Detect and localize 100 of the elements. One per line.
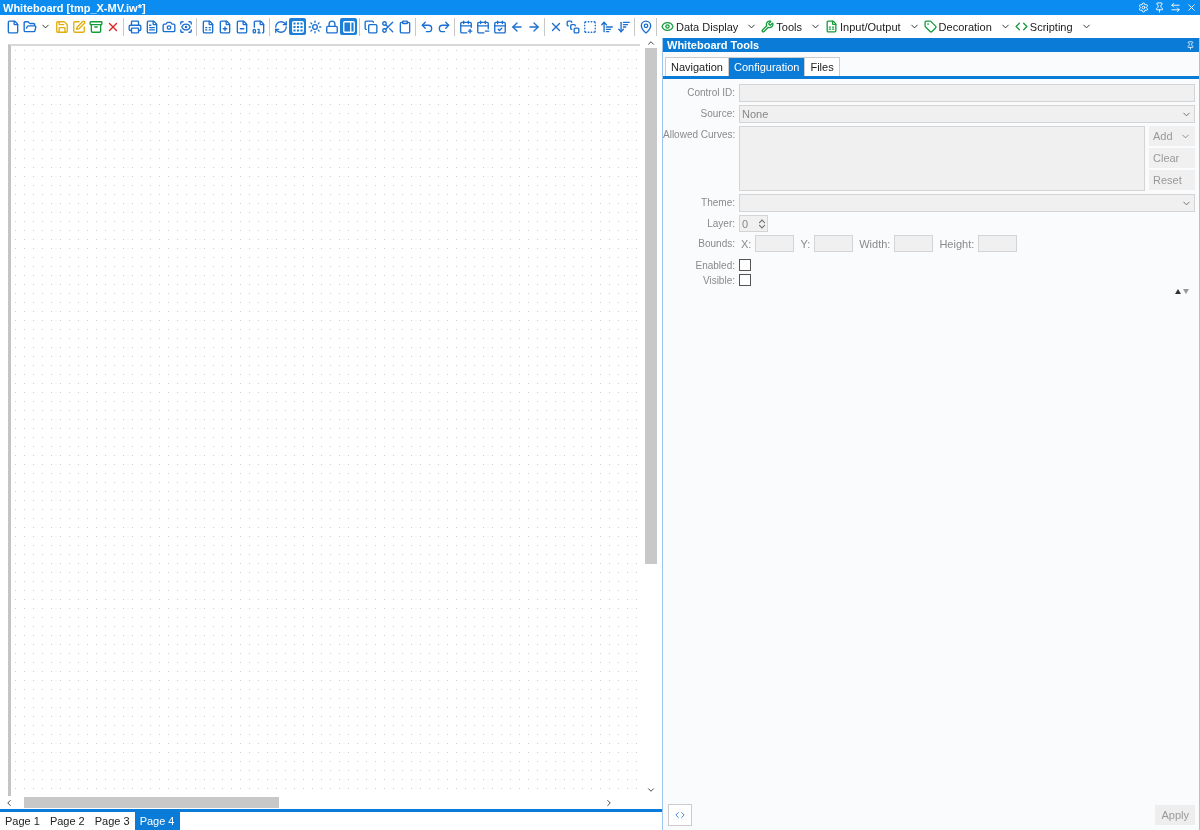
- grid-button[interactable]: [289, 18, 306, 35]
- screenshot-button[interactable]: [177, 18, 194, 35]
- scrollbar-thumb[interactable]: [645, 48, 657, 564]
- field-label: Bounds:: [697, 237, 735, 249]
- page-number-icon: [251, 19, 266, 34]
- number-field[interactable]: [978, 235, 1018, 252]
- number-field[interactable]: [894, 235, 934, 252]
- checkbox[interactable]: [739, 274, 751, 286]
- field-label: X:: [741, 237, 752, 250]
- menu-button[interactable]: Input/Output: [823, 20, 922, 33]
- document-icon: [825, 20, 839, 33]
- copy-button[interactable]: [362, 18, 379, 35]
- camera-icon: [161, 19, 176, 34]
- copy-icon: [363, 19, 378, 34]
- close-icon[interactable]: [1186, 2, 1197, 13]
- page-tab[interactable]: Page 2: [44, 812, 90, 830]
- tag-icon: [923, 20, 937, 33]
- code-icon: [1014, 20, 1028, 33]
- right-arrow-icon: [526, 19, 541, 34]
- window-title: Whiteboard [tmp_X-MV.iw*]: [3, 1, 146, 14]
- refresh-icon: [273, 19, 288, 34]
- swap-icon[interactable]: [1170, 2, 1181, 13]
- menu-button[interactable]: Data Display: [659, 20, 760, 33]
- archive-button[interactable]: [87, 18, 104, 35]
- document-icon: [200, 19, 215, 34]
- redo-icon: [436, 19, 451, 34]
- cut-button[interactable]: [379, 18, 396, 35]
- lock-icon: [324, 19, 339, 34]
- remove-page-icon: [234, 19, 249, 34]
- calendar-button[interactable]: [457, 18, 474, 35]
- calendar-icon: [492, 19, 507, 34]
- eye-icon: [661, 20, 674, 33]
- page-number-button[interactable]: [250, 18, 267, 35]
- number-field[interactable]: [755, 235, 795, 252]
- checkbox[interactable]: [739, 259, 751, 271]
- field-label: Allowed Curves:: [663, 128, 735, 140]
- scroll-right-icon[interactable]: [604, 797, 614, 808]
- refresh-button[interactable]: [272, 18, 289, 35]
- page-tab[interactable]: Page 1: [0, 812, 45, 830]
- code-icon: [675, 809, 685, 821]
- left-arrow-icon: [509, 19, 524, 34]
- archive-icon: [88, 19, 103, 34]
- screenshot-icon: [178, 19, 193, 34]
- field-label: Source:: [699, 107, 735, 119]
- print-button[interactable]: [126, 18, 143, 35]
- number-field[interactable]: [814, 235, 854, 252]
- calendar-icon: [458, 19, 473, 34]
- undo-icon: [419, 19, 434, 34]
- lock-button[interactable]: [323, 18, 340, 35]
- field-label: Visible:: [701, 274, 735, 286]
- add-page-icon: [217, 19, 232, 34]
- wrench-icon: [761, 20, 775, 33]
- selection-button[interactable]: [581, 18, 598, 35]
- field-label: Layer:: [706, 217, 735, 229]
- panel-tab[interactable]: Files: [804, 57, 840, 76]
- panel-button[interactable]: [340, 18, 357, 35]
- dropdown-field[interactable]: [739, 194, 1195, 212]
- up-down-arrows-icon[interactable]: [1175, 289, 1189, 294]
- spinner-arrows-icon[interactable]: [759, 218, 765, 229]
- sun-button[interactable]: [306, 18, 323, 35]
- field-label: Enabled:: [694, 259, 735, 271]
- scroll-up-icon[interactable]: [646, 38, 656, 48]
- print-icon: [127, 19, 142, 34]
- cut-icon: [380, 19, 395, 34]
- settings-icon[interactable]: [1138, 2, 1149, 13]
- field-label: Y:: [800, 237, 811, 250]
- menu-button[interactable]: Decoration: [921, 20, 1013, 33]
- scroll-down-icon[interactable]: [646, 785, 656, 795]
- save-icon: [54, 19, 69, 34]
- document-icon: [5, 19, 20, 34]
- pin-icon[interactable]: [1186, 40, 1195, 50]
- selection-icon: [582, 19, 597, 34]
- field-label: Control ID:: [686, 86, 735, 98]
- pin-icon[interactable]: [1154, 2, 1165, 13]
- field-label: Width:: [859, 237, 891, 250]
- field-label: Theme:: [700, 196, 735, 208]
- page-tab[interactable]: Page 4: [134, 812, 180, 830]
- scroll-left-icon[interactable]: [4, 797, 14, 808]
- panel-title: Whiteboard Tools: [667, 39, 760, 51]
- calendar-icon: [475, 19, 490, 34]
- panel-tab[interactable]: Navigation: [665, 57, 729, 76]
- stack-button[interactable]: [564, 18, 581, 35]
- grid-icon: [290, 19, 305, 34]
- folder-icon: [22, 19, 37, 34]
- panel-tab[interactable]: Configuration: [728, 57, 806, 76]
- folder-button[interactable]: [21, 18, 38, 35]
- panel-icon: [341, 19, 356, 34]
- edit-icon: [71, 19, 86, 34]
- sort-down-icon: [616, 19, 631, 34]
- calendar-button[interactable]: [491, 18, 508, 35]
- document-icon: [144, 19, 159, 34]
- page-tab[interactable]: Page 3: [89, 812, 135, 830]
- scrollbar-thumb[interactable]: [24, 797, 280, 808]
- paste-icon: [397, 19, 412, 34]
- sort-up-icon: [599, 19, 614, 34]
- text-field[interactable]: [739, 84, 1195, 102]
- menu-button[interactable]: Tools: [759, 20, 824, 33]
- pin-icon: [638, 19, 653, 34]
- menu-button[interactable]: Scripting: [1012, 20, 1094, 33]
- calendar-button[interactable]: [474, 18, 491, 35]
